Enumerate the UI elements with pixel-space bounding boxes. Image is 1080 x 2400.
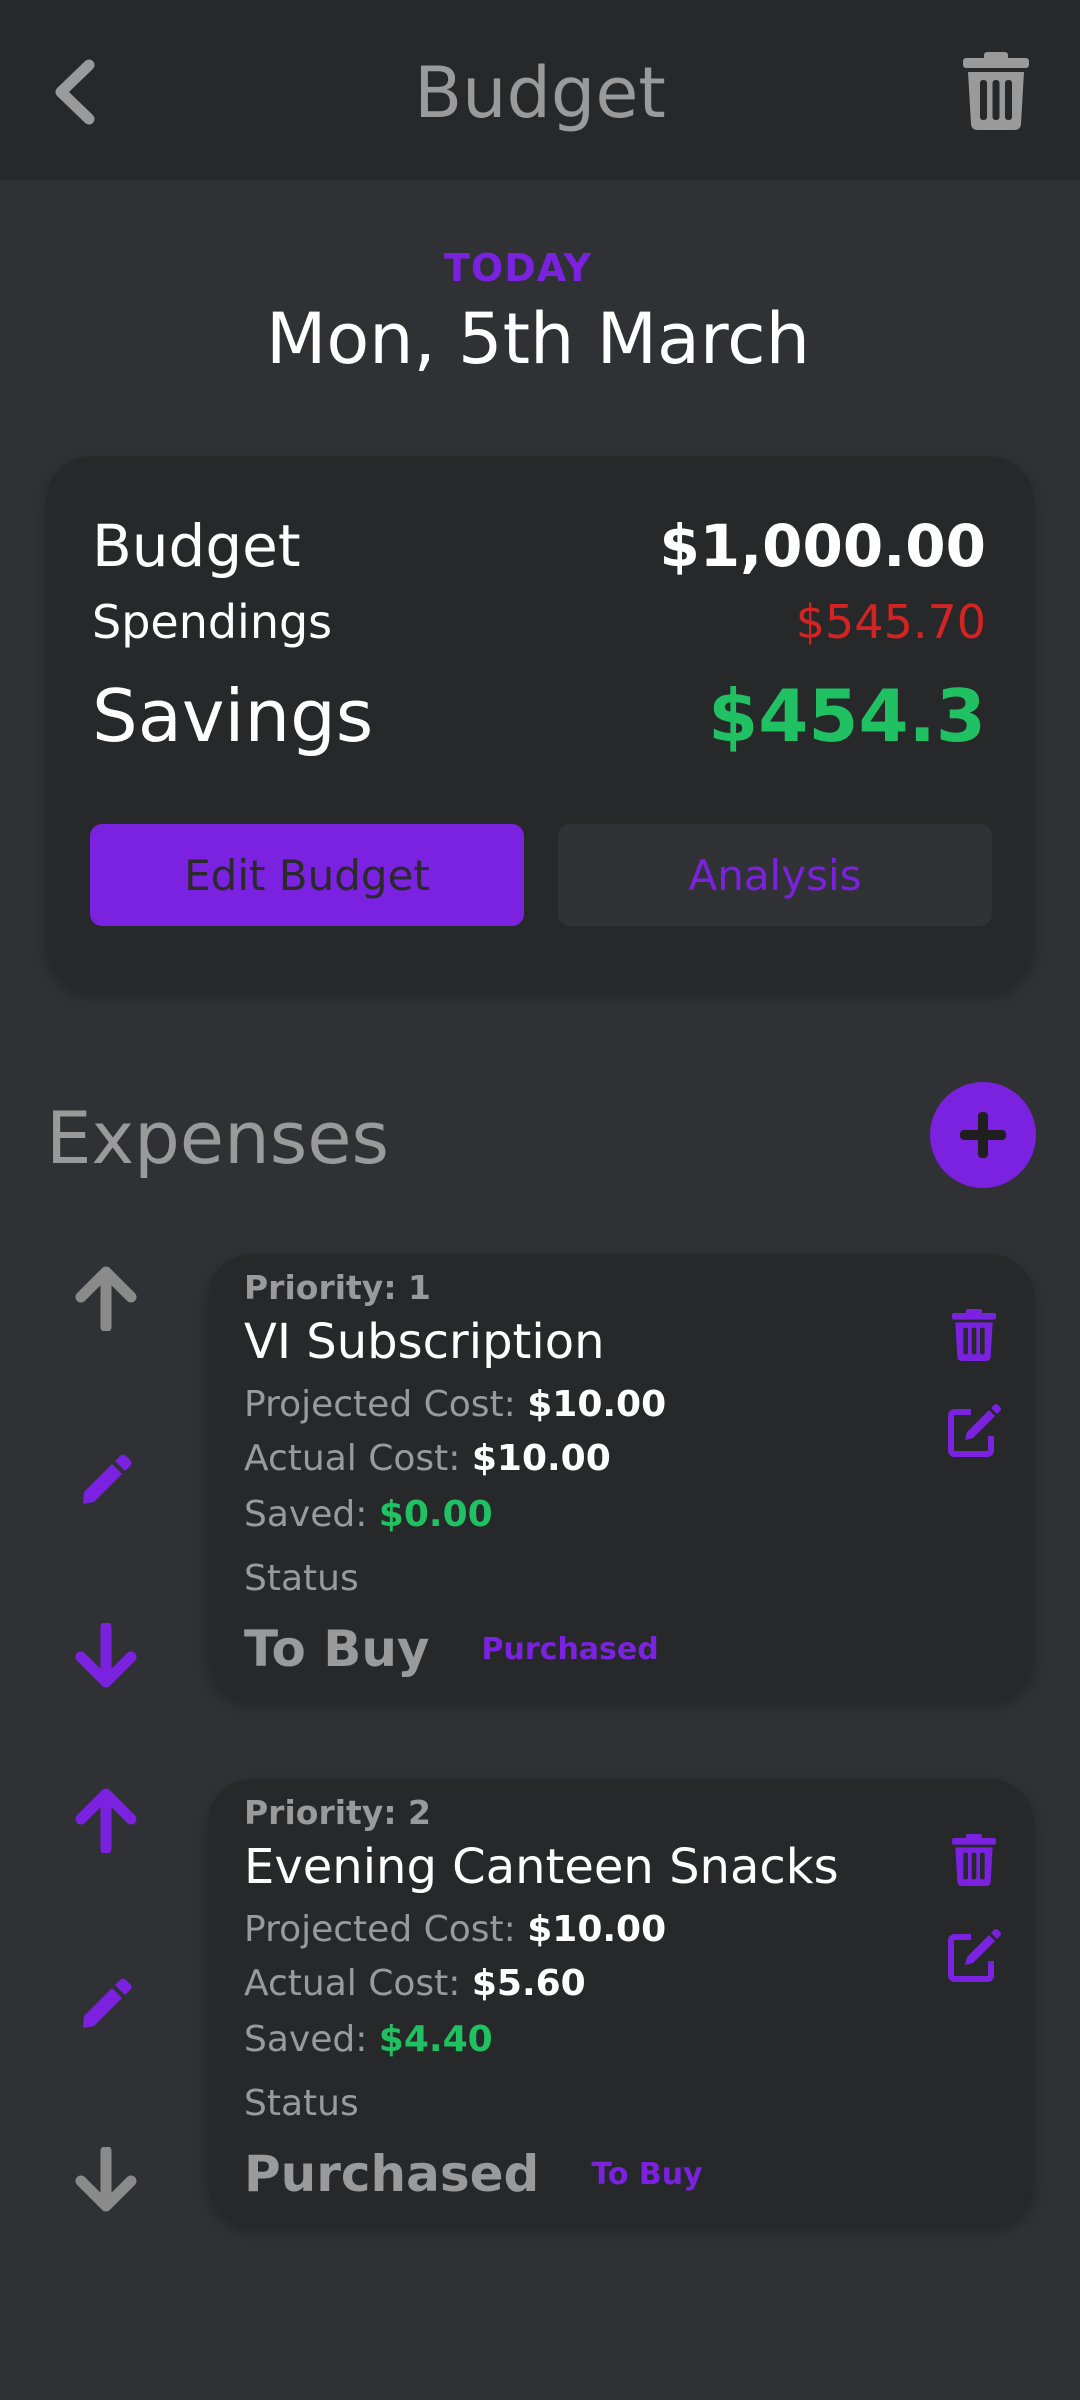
pencil-icon	[83, 1454, 132, 1504]
projected-cost-label: Projected Cost:	[244, 1909, 528, 1950]
page-title: Budget	[414, 52, 666, 134]
actual-cost-value: $10.00	[471, 1438, 611, 1479]
plus-icon	[960, 1112, 1006, 1158]
projected-cost-value: $10.00	[527, 1909, 667, 1950]
spendings-row: Spendings $545.70	[92, 592, 986, 652]
actual-cost: Actual Cost: $10.00	[244, 1438, 611, 1479]
status-label: Status	[244, 2083, 359, 2124]
arrow-down-icon	[75, 1623, 137, 1688]
saved-value: $0.00	[378, 1494, 493, 1535]
actual-cost-value: $5.60	[471, 1963, 586, 2004]
savings-value: $454.3	[708, 674, 986, 758]
delete-expense-button[interactable]	[946, 1304, 1002, 1366]
saved-value: $4.40	[378, 2019, 493, 2060]
move-down-button[interactable]	[66, 2140, 146, 2220]
analysis-button[interactable]: Analysis	[558, 824, 992, 926]
edit-expense-button[interactable]	[944, 1400, 1006, 1462]
budget-summary-card: Budget $1,000.00 Spendings $545.70 Savin…	[46, 456, 1034, 990]
expense-card: Priority: 2 Evening Canteen Snacks Proje…	[208, 1779, 1034, 2225]
status-row: Purchased To Buy	[244, 2145, 703, 2203]
edit-priority-button[interactable]	[66, 1440, 146, 1520]
savings-label: Savings	[92, 674, 374, 758]
arrow-up-icon	[75, 1788, 137, 1853]
mark-purchased-button[interactable]: Purchased	[482, 1632, 659, 1667]
status-value: Purchased	[244, 2145, 540, 2203]
expenses-title: Expenses	[46, 1096, 390, 1180]
savings-row: Savings $454.3	[92, 666, 986, 766]
edit-expense-button[interactable]	[944, 1925, 1006, 1987]
arrow-up-icon	[75, 1266, 137, 1331]
projected-cost: Projected Cost: $10.00	[244, 1384, 666, 1425]
trash-icon	[952, 1834, 996, 1886]
pencil-icon	[83, 1978, 132, 2028]
status-label: Status	[244, 1558, 359, 1599]
trash-icon	[963, 52, 1029, 130]
trash-icon	[952, 1309, 996, 1361]
move-up-button[interactable]	[66, 1780, 146, 1860]
expense-name: Evening Canteen Snacks	[244, 1839, 839, 1895]
edit-square-icon	[948, 1929, 1001, 1982]
add-expense-button[interactable]	[930, 1082, 1036, 1188]
saved-amount: Saved: $0.00	[244, 1494, 493, 1535]
move-down-button[interactable]	[66, 1616, 146, 1696]
actual-cost-label: Actual Cost:	[244, 1963, 472, 2004]
priority-label: Priority: 1	[244, 1268, 431, 1307]
priority-label: Priority: 2	[244, 1793, 431, 1832]
projected-cost: Projected Cost: $10.00	[244, 1909, 666, 1950]
spendings-label: Spendings	[92, 595, 333, 649]
budget-screen: Budget TODAY Mon, 5th March Budget $1,00…	[0, 0, 1080, 2400]
projected-cost-label: Projected Cost:	[244, 1384, 528, 1425]
edit-priority-button[interactable]	[66, 1964, 146, 2044]
actual-cost: Actual Cost: $5.60	[244, 1963, 586, 2004]
saved-label: Saved:	[244, 1494, 379, 1535]
status-row: To Buy Purchased	[244, 1620, 659, 1678]
expense-name: VI Subscription	[244, 1314, 605, 1370]
delete-expense-button[interactable]	[946, 1829, 1002, 1891]
projected-cost-value: $10.00	[527, 1384, 667, 1425]
app-bar: Budget	[0, 0, 1080, 180]
saved-amount: Saved: $4.40	[244, 2019, 493, 2060]
budget-label: Budget	[92, 512, 301, 580]
saved-label: Saved:	[244, 2019, 379, 2060]
spendings-value: $545.70	[795, 595, 986, 649]
status-value: To Buy	[244, 1620, 430, 1678]
mark-to-buy-button[interactable]: To Buy	[591, 2157, 702, 2192]
delete-budget-button[interactable]	[956, 48, 1036, 134]
arrow-down-icon	[75, 2147, 137, 2212]
budget-row: Budget $1,000.00	[92, 506, 986, 586]
current-date: Mon, 5th March	[265, 298, 811, 380]
move-up-button[interactable]	[66, 1258, 146, 1338]
today-label: TODAY	[443, 246, 593, 290]
edit-square-icon	[948, 1404, 1001, 1457]
expense-card: Priority: 1 VI Subscription Projected Co…	[208, 1254, 1034, 1700]
edit-budget-button[interactable]: Edit Budget	[90, 824, 524, 926]
budget-value: $1,000.00	[659, 512, 986, 580]
actual-cost-label: Actual Cost:	[244, 1438, 472, 1479]
